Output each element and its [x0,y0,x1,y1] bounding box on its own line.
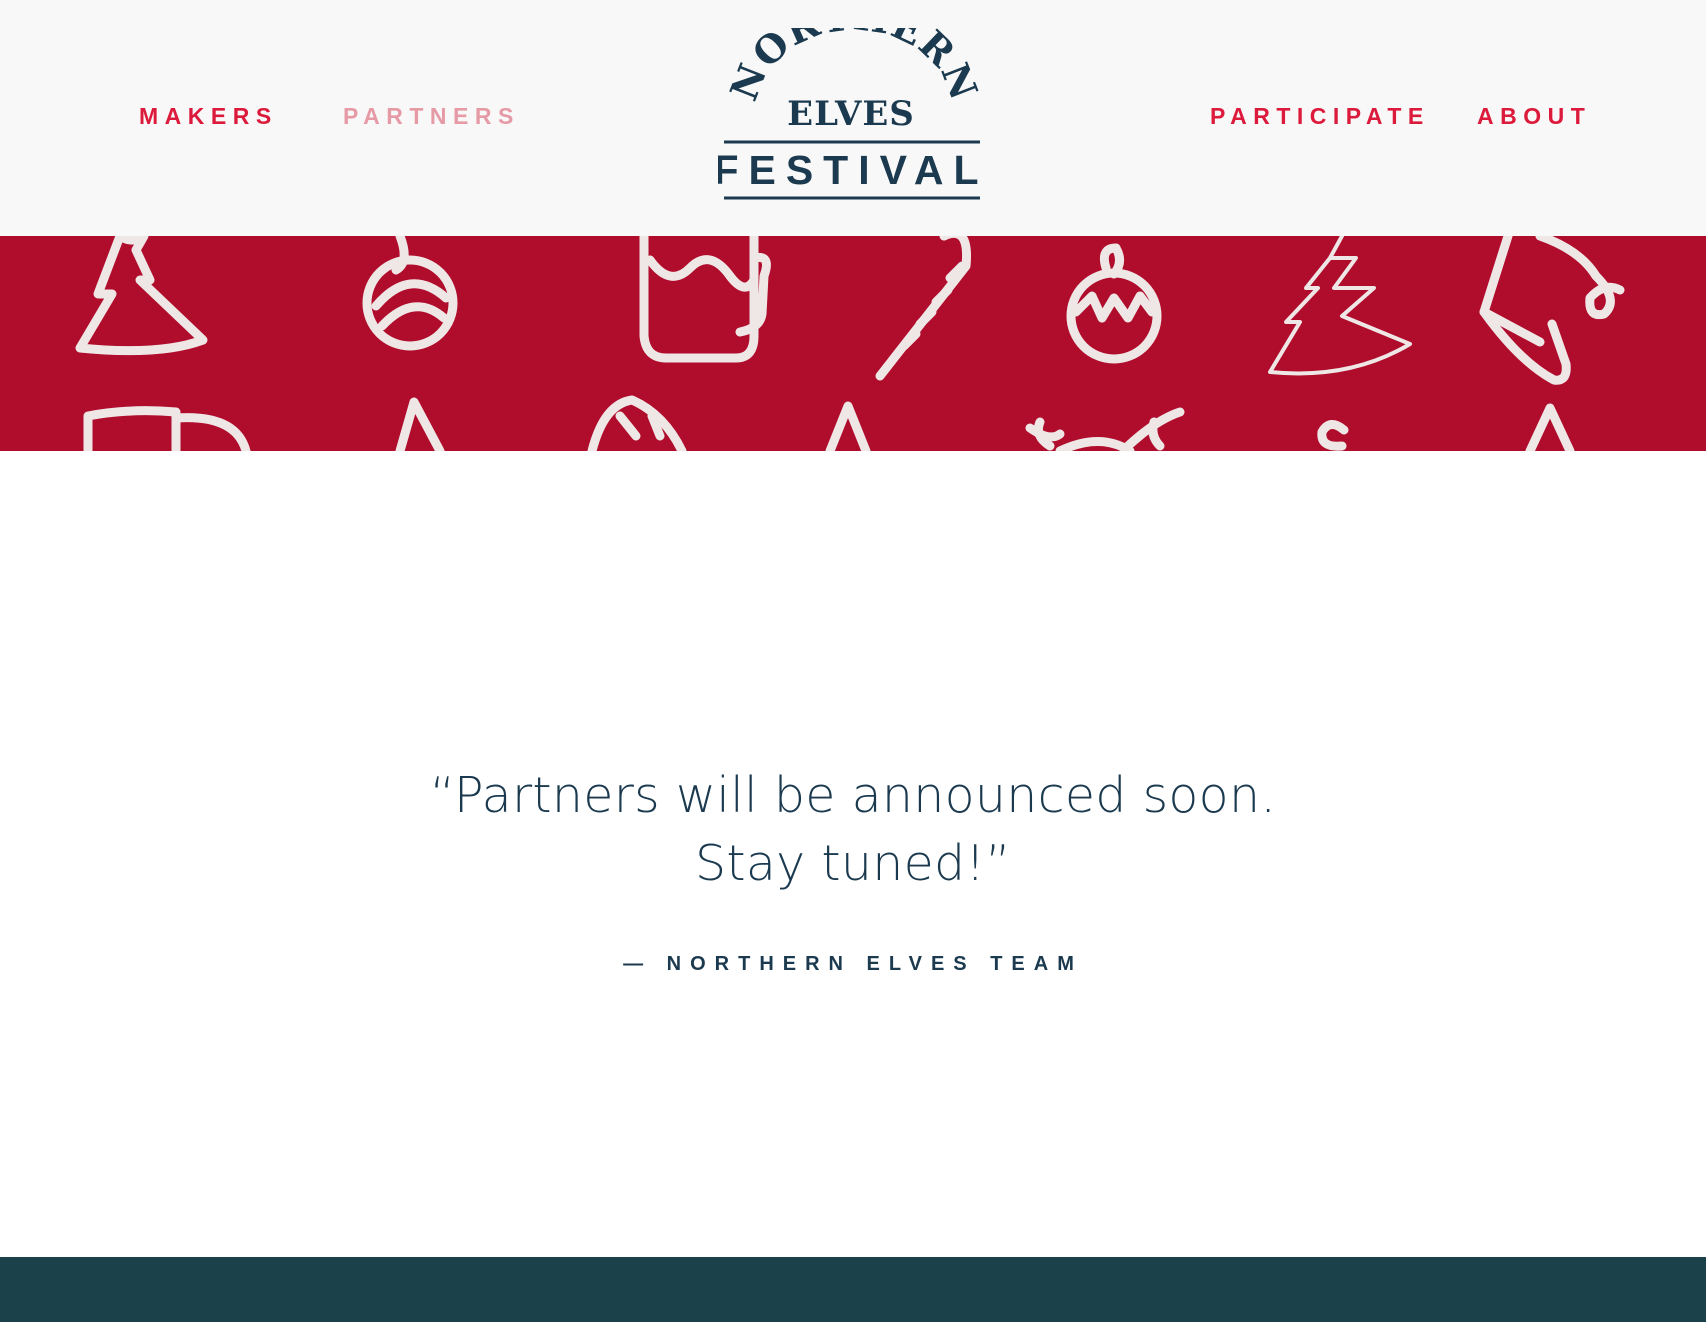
elf-hat-icon [1479,236,1625,385]
ornament-icon [1066,243,1162,364]
quote-line-1: “Partners will be announced soon. [429,767,1277,824]
mug-icon [83,406,251,451]
site-footer [0,1257,1706,1322]
leaf-icon [587,395,687,451]
partners-quote: “Partners will be announced soon. Stay t… [353,762,1353,898]
logo-bottom-text: FESTIVAL [718,147,984,193]
partners-quote-section: “Partners will be announced soon. Stay t… [0,451,1706,1257]
nav-link-makers[interactable]: MAKERS [139,100,278,132]
ornament-icon [362,236,458,351]
festival-logo[interactable]: NORTHERN ELVES FESTIVAL [718,28,984,204]
site-header: MAKERS PARTNERS NORTHERN ELVES FESTIVAL … [0,0,1706,236]
quote-line-2: Stay tuned!” [694,835,1012,892]
tree-icon [825,401,871,451]
holiday-pattern [75,236,1625,451]
tree-icon [75,236,208,356]
festival-logo-graphic: NORTHERN ELVES FESTIVAL [718,28,984,200]
nav-link-participate[interactable]: PARTICIPATE [1210,100,1430,132]
ornament-icon [1317,420,1349,451]
quote-attribution: — NORTHERN ELVES TEAM [623,953,1083,975]
reindeer-icon [1025,407,1185,451]
candy-cane-icon [875,236,972,381]
nav-link-about[interactable]: ABOUT [1477,100,1591,132]
holiday-pattern-banner [0,236,1706,451]
tree-icon [1268,236,1412,376]
mug-icon [639,236,771,363]
tree-icon [1525,403,1575,451]
nav-link-partners[interactable]: PARTNERS [343,100,520,132]
tree-icon [395,397,445,451]
logo-middle-text: ELVES [787,94,915,134]
